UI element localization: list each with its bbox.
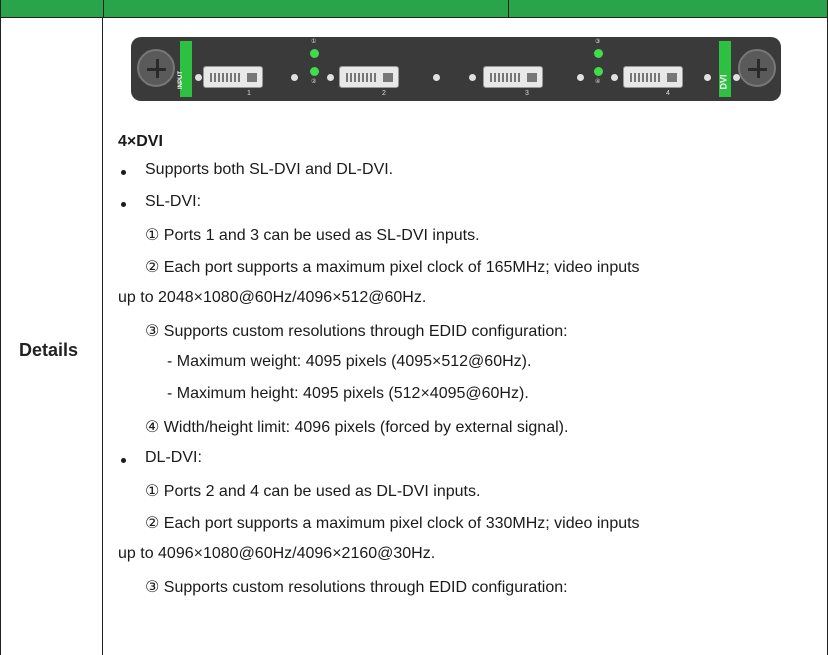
table-header-bar [1,0,827,18]
dvi-port-1 [203,66,263,88]
bullet-icon [121,170,126,175]
dvi-label-strip: DVI [719,41,731,97]
bullet-icon [121,458,126,463]
bullet-text: DL-DVI: [145,449,202,466]
input-label-strip: INPUT [178,41,192,97]
row-label-cell: Details [1,18,103,655]
list-item: ④ Width/height limit: 4096 pixels (force… [145,419,569,436]
row-label: Details [19,340,79,360]
list-item: ③ Supports custom resolutions through ED… [145,579,568,596]
port-screw-icon [433,74,440,81]
list-item: ② Each port supports a maximum pixel clo… [145,515,640,532]
right-thumbscrew-icon [738,49,776,87]
port-screw-icon [577,74,584,81]
status-led-icon [594,67,603,76]
section-heading: 4×DVI [118,133,163,150]
port-number: 4 [666,90,670,97]
port-screw-icon [611,74,618,81]
dvi-card-panel-image: INPUT 1 ① ② 2 3 ③ ④ 4 DVI [131,37,781,101]
details-cell: INPUT 1 ① ② 2 3 ③ ④ 4 DVI 4×DVI Supports… [104,18,827,655]
port-number: 2 [382,90,386,97]
header-divider [103,0,104,18]
dvi-port-3 [483,66,543,88]
port-number: 1 [247,90,251,97]
port-screw-icon [327,74,334,81]
dvi-strip-text: DVI [718,74,729,90]
port-screw-icon [469,74,476,81]
input-strip-text: INPUT [178,71,184,89]
led-label: ① [311,39,317,45]
port-number: 3 [525,90,529,97]
list-item: ③ Supports custom resolutions through ED… [145,323,568,340]
led-label: ④ [595,79,601,85]
list-item: ① Ports 1 and 3 can be used as SL-DVI in… [145,227,480,244]
led-label: ③ [595,39,601,45]
list-item: ② Each port supports a maximum pixel clo… [145,259,640,276]
dvi-port-2 [339,66,399,88]
led-label: ② [311,79,317,85]
sub-item: - Maximum weight: 4095 pixels (4095×512@… [167,353,532,370]
list-item-continued: up to 2048×1080@60Hz/4096×512@60Hz. [118,289,427,306]
spec-table: Details INPUT 1 ① ② 2 3 ③ ④ 4 DVI 4×DVI … [0,0,828,655]
status-led-icon [594,49,603,58]
bullet-icon [121,202,126,207]
status-led-icon [310,49,319,58]
port-screw-icon [195,74,202,81]
dvi-port-4 [623,66,683,88]
port-screw-icon [291,74,298,81]
left-thumbscrew-icon [137,49,175,87]
bullet-text: SL-DVI: [145,193,202,210]
status-led-icon [310,67,319,76]
sub-item: - Maximum height: 4095 pixels (512×4095@… [167,385,529,402]
header-divider [508,0,509,18]
list-item-continued: up to 4096×1080@60Hz/4096×2160@30Hz. [118,545,436,562]
bullet-text: Supports both SL-DVI and DL-DVI. [145,161,394,178]
list-item: ① Ports 2 and 4 can be used as DL-DVI in… [145,483,481,500]
port-screw-icon [704,74,711,81]
